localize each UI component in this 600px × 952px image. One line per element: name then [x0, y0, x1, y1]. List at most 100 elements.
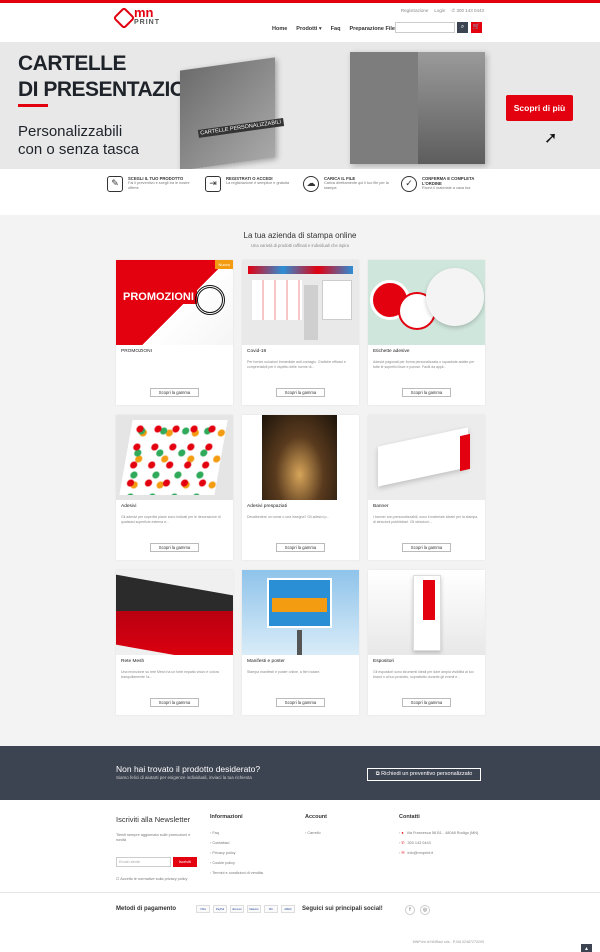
- product-name: Banner: [373, 504, 389, 509]
- product-button[interactable]: Scopri la gamma: [150, 698, 199, 707]
- product-card-covid[interactable]: Covid-19 Per fornire soluzioni immediate…: [242, 260, 359, 405]
- phone-number: 300 143 0443: [456, 8, 484, 13]
- scroll-top-icon[interactable]: ▲: [581, 944, 592, 952]
- footer-link-privacy[interactable]: Privacy policy: [210, 848, 263, 858]
- product-image: PROMOZIONI: [116, 260, 233, 345]
- product-button[interactable]: Scopri la gamma: [402, 698, 451, 707]
- product-card-rete-mesh[interactable]: Rete Mesh Una recinzione su rete Mesh ha…: [116, 570, 233, 715]
- product-card-espositori[interactable]: Espositori Gli espositori sono strumenti…: [368, 570, 485, 715]
- product-card-adesivi[interactable]: Adesivi Gli adesivi per superfici piane …: [116, 415, 233, 560]
- product-button[interactable]: Scopri la gamma: [402, 543, 451, 552]
- info-title: Informazioni: [210, 814, 243, 820]
- top-links: Registrazione Login ✆ 300 143 0443: [401, 8, 484, 14]
- visa-icon: VISA: [196, 905, 210, 913]
- contact-address: ●Via Francesca 58 B1 - 48048 Rodigo (MN): [399, 828, 478, 838]
- cta-subtitle: Siamo felici di aiutarti per esigenze in…: [116, 775, 252, 780]
- product-image: [116, 415, 233, 500]
- cta-title: Non hai trovato il prodotto desiderato?: [116, 764, 261, 774]
- copyright: MNPrint di NNRaul srls - P.IVA 024872702…: [412, 940, 484, 944]
- nav-faq[interactable]: Faq: [331, 26, 341, 32]
- login-link[interactable]: Login: [434, 8, 445, 14]
- product-card-adesivi-prespaziati[interactable]: Adesivi prespaziati Decalbedere un nome …: [242, 415, 359, 560]
- account-column: Account Carrello: [305, 814, 327, 838]
- nav-preparazione-file[interactable]: Preparazione File: [349, 26, 395, 32]
- product-name: Etichette adesive: [373, 349, 410, 354]
- step-choose: ✎ SCEGLI IL TUO PRODOTTO Fai il preventiv…: [107, 176, 199, 214]
- discover-icon: discover: [230, 905, 244, 913]
- check-circle-icon: ✓: [401, 176, 417, 192]
- product-name: Covid-19: [247, 349, 267, 354]
- product-card-promozioni[interactable]: PROMOZIONI Nuovo PROMOZIONI Scopri la ga…: [116, 260, 233, 405]
- product-card-manifesti[interactable]: Manifesti e poster Stampa manifesti e po…: [242, 570, 359, 715]
- product-button[interactable]: Scopri la gamma: [150, 543, 199, 552]
- product-button[interactable]: Scopri la gamma: [276, 698, 325, 707]
- product-image: [368, 415, 485, 500]
- info-column: Informazioni Faq Contattaci Privacy poli…: [210, 814, 263, 878]
- product-card-etichette[interactable]: Etichette adesive Adesivi pagonati per f…: [368, 260, 485, 405]
- contact-email[interactable]: ✉info@mnprint.it: [399, 848, 478, 858]
- step-register: ⇥ REGISTRATI O ACCEDI La registrazione è …: [205, 176, 297, 214]
- banner-accent-line: [18, 104, 48, 107]
- product-button[interactable]: Scopri la gamma: [150, 388, 199, 397]
- banner-cta-button[interactable]: Scopri di più: [506, 95, 573, 121]
- payment-title: Metodi di pagamento: [116, 906, 176, 912]
- product-image: [242, 415, 359, 500]
- new-badge: Nuovo: [215, 260, 233, 269]
- product-name: Adesivi: [121, 504, 137, 509]
- footer-link-termini[interactable]: Termini e condizioni di vendita: [210, 868, 263, 878]
- product-image: [116, 570, 233, 655]
- instagram-icon[interactable]: ◎: [420, 905, 430, 915]
- register-link[interactable]: Registrazione: [401, 8, 429, 14]
- product-image: [242, 570, 359, 655]
- hero-banner[interactable]: CARTELLE DI PRESENTAZIONE Personalizzabi…: [0, 42, 600, 169]
- cart-icon[interactable]: 🛒: [471, 22, 482, 33]
- nav-prodotti[interactable]: Prodotti ▾: [296, 26, 321, 32]
- phone-icon: ✆: [401, 841, 405, 845]
- process-steps: ✎ SCEGLI IL TUO PRODOTTO Fai il preventiv…: [0, 176, 600, 214]
- phone-link[interactable]: ✆ 300 143 0443: [451, 8, 484, 14]
- product-desc: Stampa manifesti e poster online, a fier…: [247, 670, 321, 674]
- product-name: Adesivi prespaziati: [247, 504, 287, 509]
- social-title: Seguici sui principali social!: [302, 906, 383, 912]
- logo[interactable]: mn PRINT: [112, 6, 160, 30]
- product-button[interactable]: Scopri la gamma: [402, 388, 451, 397]
- search-icon[interactable]: ⌕: [457, 22, 468, 33]
- product-button[interactable]: Scopri la gamma: [276, 388, 325, 397]
- edit-icon: ✎: [107, 176, 123, 192]
- product-image: [368, 570, 485, 655]
- mail-icon: ✉: [401, 851, 405, 855]
- product-desc: Adesivi pagonati per forma personalizzat…: [373, 360, 475, 369]
- payment-icons: VISA PayPal discover Maestro MC AMEX: [196, 905, 295, 913]
- search-input[interactable]: [395, 22, 455, 33]
- maestro-icon: Maestro: [247, 905, 261, 913]
- footer-divider: [0, 892, 600, 893]
- product-name: Rete Mesh: [121, 659, 145, 664]
- request-quote-button[interactable]: ⧉ Richiedi un preventivo personalizzato: [367, 768, 481, 781]
- header: mn PRINT Registrazione Login ✆ 300 143 04…: [0, 3, 600, 39]
- folder-image-front: [180, 57, 275, 169]
- folder-image-open: [350, 52, 485, 164]
- footer-link-cookie[interactable]: Cookie policy: [210, 858, 263, 868]
- product-image: [242, 260, 359, 345]
- product-image: [368, 260, 485, 345]
- products-section: La tua azienda di stampa online Una vari…: [0, 215, 600, 746]
- product-name: PROMOZIONI: [121, 349, 152, 354]
- login-icon: ⇥: [205, 176, 221, 192]
- facebook-icon[interactable]: f: [405, 905, 415, 915]
- newsletter-email-input[interactable]: Email utente: [116, 857, 171, 867]
- product-desc: Una recinzione su rete Mesh ha un forte …: [121, 670, 219, 679]
- logo-mark-icon: [112, 6, 136, 30]
- product-desc: I banner son personalizzabili, sono il m…: [373, 515, 478, 524]
- privacy-checkbox[interactable]: ☐ Accetto le normative sulla privacy pol…: [116, 876, 187, 881]
- footer-link-carrello[interactable]: Carrello: [305, 828, 327, 838]
- contact-phone[interactable]: ✆300 143 0443: [399, 838, 478, 848]
- step-upload: ☁ CARICA IL FILE Carica direttamente qui …: [303, 176, 395, 214]
- product-card-banner[interactable]: Banner I banner son personalizzabili, so…: [368, 415, 485, 560]
- product-name: Espositori: [373, 659, 395, 664]
- newsletter-subscribe-button[interactable]: Iscriviti: [173, 857, 197, 867]
- footer-link-faq[interactable]: Faq: [210, 828, 263, 838]
- nav-home[interactable]: Home: [272, 26, 287, 32]
- products-subtitle: Una varietà di prodotti raffinati e indi…: [251, 243, 349, 248]
- footer-link-contattaci[interactable]: Contattaci: [210, 838, 263, 848]
- product-button[interactable]: Scopri la gamma: [276, 543, 325, 552]
